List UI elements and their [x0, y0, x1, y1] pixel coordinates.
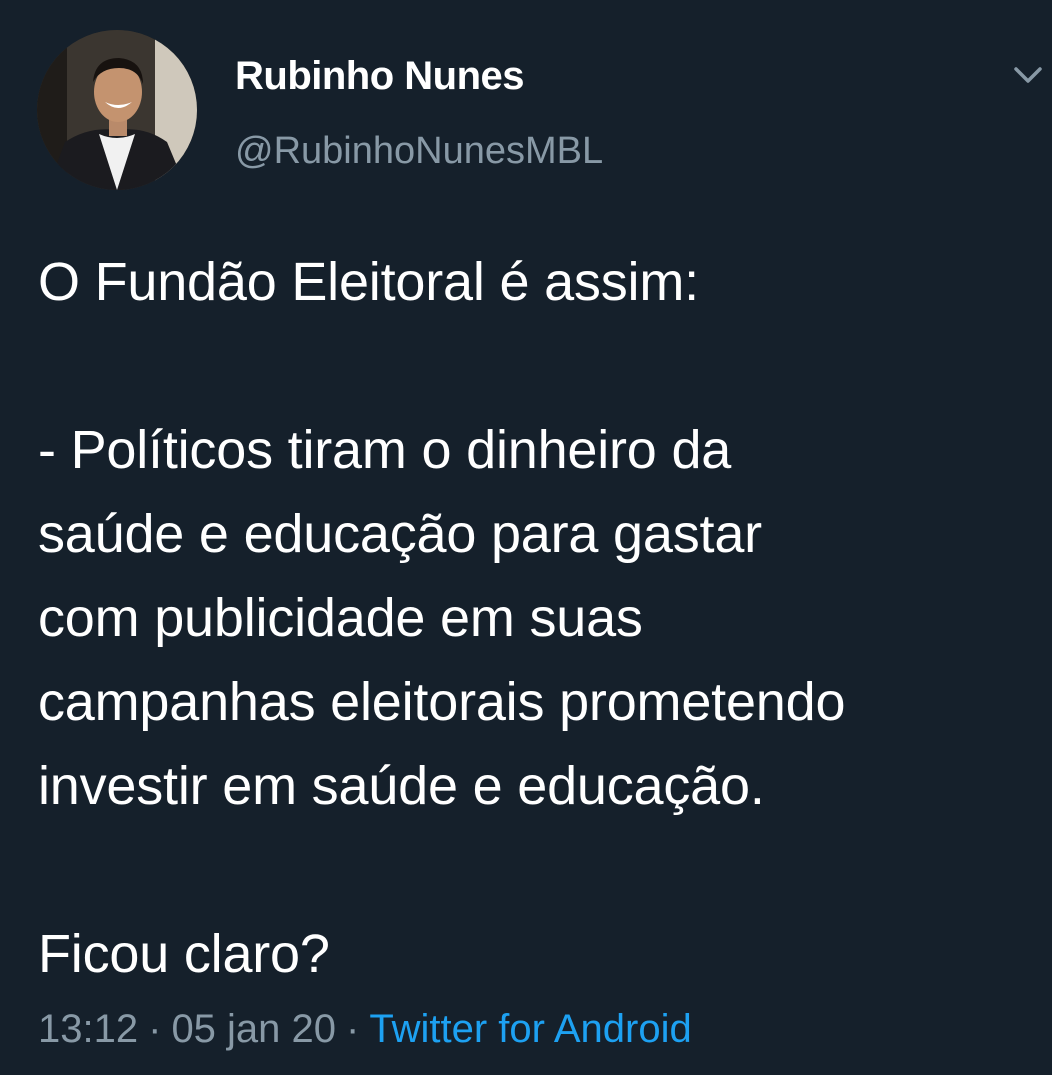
separator: ·: [148, 1007, 162, 1051]
separator: ·: [346, 1007, 360, 1051]
tweet-metadata: 13:12 · 05 jan 20 · Twitter for Android: [38, 1003, 692, 1055]
author-name[interactable]: Rubinho Nunes: [235, 52, 525, 100]
tweet-text: O Fundão Eleitoral é assim: - Políticos …: [38, 252, 846, 984]
tweet-source-link[interactable]: Twitter for Android: [369, 1007, 691, 1051]
tweet-date[interactable]: 05 jan 20: [171, 1007, 336, 1051]
avatar[interactable]: [37, 30, 197, 190]
author-handle[interactable]: @RubinhoNunesMBL: [235, 128, 603, 174]
tweet-card: Rubinho Nunes @RubinhoNunesMBL O Fundão …: [0, 0, 1052, 1075]
chevron-down-icon[interactable]: [1010, 60, 1046, 90]
tweet-time[interactable]: 13:12: [38, 1007, 138, 1051]
avatar-photo: [37, 30, 197, 190]
